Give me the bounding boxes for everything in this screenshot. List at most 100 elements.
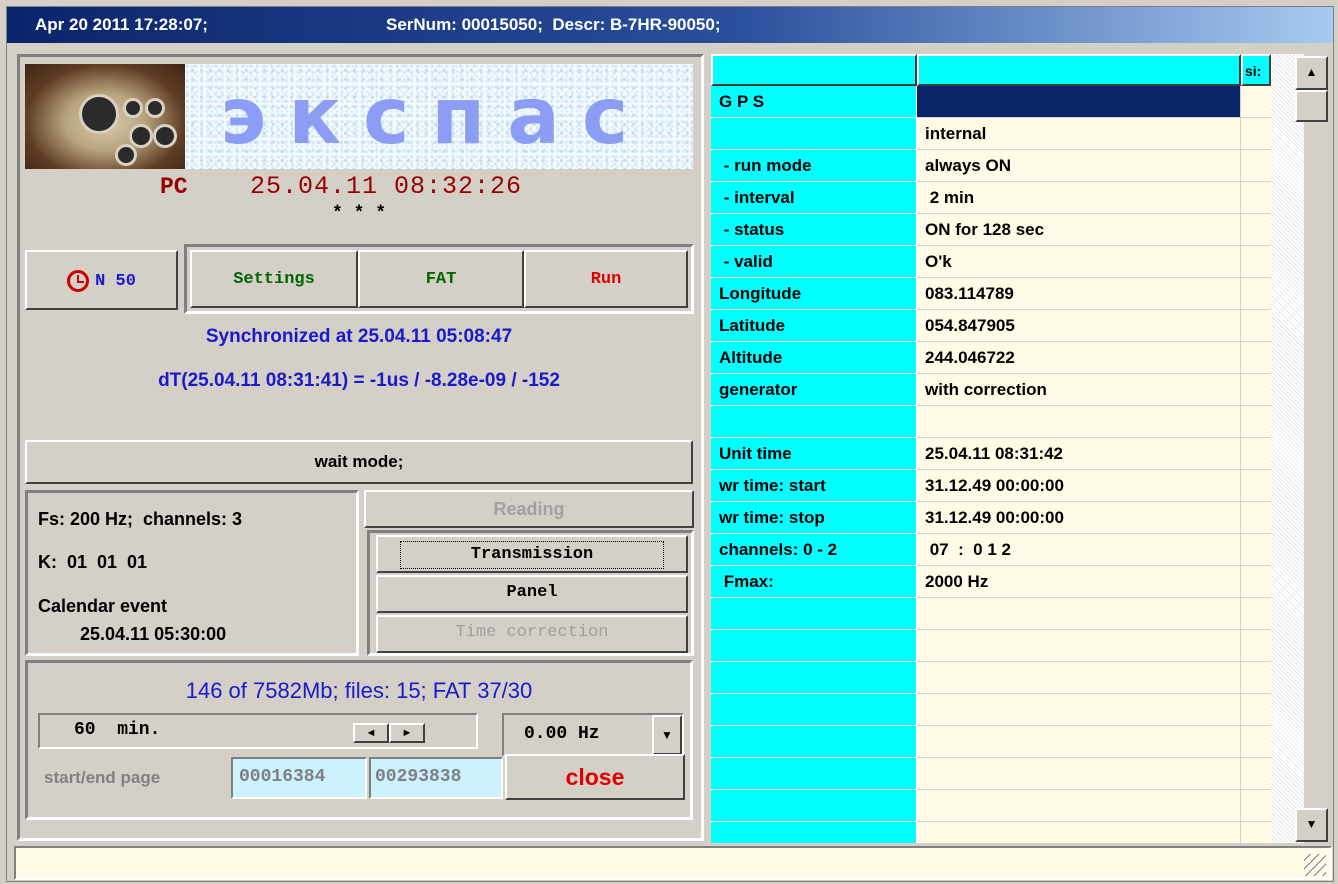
grid-row-value[interactable]: always ON	[917, 150, 1241, 182]
grid-row-value[interactable]: 244.046722	[917, 342, 1241, 374]
grid-row-label[interactable]	[711, 726, 917, 758]
grid-row-value[interactable]: 07 : 0 1 2	[917, 534, 1241, 566]
grid-row-value[interactable]: 25.04.11 08:31:42	[917, 438, 1241, 470]
grid-row-extra	[1241, 310, 1271, 342]
start-page-field[interactable]: 00016384	[231, 757, 367, 799]
grid-row-value[interactable]: 2 min	[917, 182, 1241, 214]
time-correction-button[interactable]: Time correction	[376, 615, 688, 653]
grid-row-label[interactable]: Unit time	[711, 438, 917, 470]
grid-row-label[interactable]: channels: 0 - 2	[711, 534, 917, 566]
device-photo	[25, 64, 185, 169]
panel-button[interactable]: Panel	[376, 575, 688, 613]
grid-row-value[interactable]	[917, 406, 1241, 438]
grid-row-label[interactable]	[711, 790, 917, 822]
pc-clock-value: 25.04.11 08:32:26	[250, 172, 523, 201]
grid-header-label	[711, 54, 917, 86]
grid-row-extra	[1241, 598, 1271, 630]
grid-row-label[interactable]	[711, 758, 917, 790]
resize-grip-icon[interactable]	[1304, 854, 1326, 876]
close-button[interactable]: close	[505, 754, 685, 800]
run-button[interactable]: Run	[524, 250, 688, 308]
scroll-left-icon[interactable]: ◄	[353, 723, 389, 743]
grid-row-value[interactable]: 083.114789	[917, 278, 1241, 310]
grid-row-value[interactable]: 31.12.49 00:00:00	[917, 470, 1241, 502]
frequency-select[interactable]: 0.00 Hz ▼	[502, 713, 684, 757]
grid-row-value[interactable]: 2000 Hz	[917, 566, 1241, 598]
grid-row-value[interactable]: O'k	[917, 246, 1241, 278]
sync-status: Synchronized at 25.04.11 05:08:47	[205, 326, 513, 347]
n-counter-button[interactable]: N 50	[25, 250, 178, 310]
grid-row-label[interactable]	[711, 406, 917, 438]
sample-rate-info: Fs: 200 Hz; channels: 3	[38, 509, 243, 529]
grid-row-label[interactable]: wr time: start	[711, 470, 917, 502]
grid-row-value[interactable]: 054.847905	[917, 310, 1241, 342]
grid-row-label[interactable]: - status	[711, 214, 917, 246]
grid-row-value[interactable]: ON for 128 sec	[917, 214, 1241, 246]
grid-header-value	[917, 54, 1241, 86]
grid-row-value[interactable]: 31.12.49 00:00:00	[917, 502, 1241, 534]
page-range-label: start/end page	[44, 768, 161, 787]
grid-row-label[interactable]	[711, 118, 917, 150]
fat-button[interactable]: FAT	[358, 250, 524, 308]
grid-row-label[interactable]	[711, 598, 917, 630]
grid-row-extra	[1241, 630, 1271, 662]
scroll-up-icon[interactable]: ▲	[1295, 56, 1328, 90]
vertical-scrollbar[interactable]: ▲ ▼	[1271, 54, 1328, 843]
parameter-grid[interactable]: si: G P Sinternal - run mode always ON - …	[711, 54, 1271, 843]
scroll-down-icon[interactable]: ▼	[1295, 808, 1328, 842]
grid-row-label[interactable]: - valid	[711, 246, 917, 278]
clock-icon	[67, 269, 90, 292]
grid-row-extra	[1241, 406, 1271, 438]
grid-row-value[interactable]	[917, 758, 1241, 790]
grid-row-label[interactable]: generator	[711, 374, 917, 406]
grid-row-label[interactable]	[711, 662, 917, 694]
grid-row-label[interactable]	[711, 630, 917, 662]
grid-row-value[interactable]	[917, 86, 1241, 118]
grid-row-value[interactable]	[917, 694, 1241, 726]
chevron-down-icon[interactable]: ▼	[652, 715, 682, 755]
scroll-thumb[interactable]	[1295, 90, 1328, 122]
grid-row-extra	[1241, 470, 1271, 502]
grid-row-extra	[1241, 534, 1271, 566]
grid-row-value[interactable]: internal	[917, 118, 1241, 150]
grid-row-value[interactable]	[917, 822, 1241, 843]
settings-button[interactable]: Settings	[190, 250, 358, 308]
grid-row-label[interactable]: G P S	[711, 86, 917, 118]
mode-bar[interactable]: wait mode;	[25, 440, 693, 484]
grid-row-extra	[1241, 758, 1271, 790]
transmission-button[interactable]: Transmission	[376, 535, 688, 573]
logo-banner: экспас	[25, 64, 693, 169]
k-info: K: 01 01 01	[38, 552, 148, 572]
grid-row-extra	[1241, 694, 1271, 726]
reading-button[interactable]: Reading	[364, 490, 694, 528]
end-page-field[interactable]: 00293838	[369, 757, 503, 799]
grid-row-value[interactable]	[917, 598, 1241, 630]
title-bar[interactable]: Apr 20 2011 17:28:07; SerNum: 00015050; …	[7, 7, 1333, 43]
grid-row-label[interactable]: - run mode	[711, 150, 917, 182]
grid-row-value[interactable]	[917, 630, 1241, 662]
grid-row-extra	[1241, 86, 1271, 118]
grid-row-label[interactable]: Fmax:	[711, 566, 917, 598]
duration-scrollbar[interactable]: 60 min. ◄ ►	[38, 713, 478, 749]
logo-text: экспас	[220, 72, 651, 162]
grid-row-label[interactable]: - interval	[711, 182, 917, 214]
grid-row-extra	[1241, 502, 1271, 534]
grid-row-value[interactable]	[917, 662, 1241, 694]
calendar-event-label: Calendar event	[38, 596, 168, 616]
status-bar	[14, 846, 1332, 880]
grid-row-label[interactable]: Latitude	[711, 310, 917, 342]
grid-row-label[interactable]	[711, 822, 917, 843]
grid-row-label[interactable]: Longitude	[711, 278, 917, 310]
grid-row-value[interactable]	[917, 790, 1241, 822]
grid-row-extra	[1241, 150, 1271, 182]
grid-row-label[interactable]: wr time: stop	[711, 502, 917, 534]
grid-row-value[interactable]	[917, 726, 1241, 758]
scroll-right-icon[interactable]: ►	[389, 723, 425, 743]
grid-row-value[interactable]: with correction	[917, 374, 1241, 406]
grid-row-label[interactable]	[711, 694, 917, 726]
grid-row-extra	[1241, 662, 1271, 694]
grid-row-extra	[1241, 438, 1271, 470]
storage-summary: 146 of 7582Mb; files: 15; FAT 37/30	[185, 678, 533, 703]
calendar-event-value: 25.04.11 05:30:00	[80, 624, 227, 644]
grid-row-label[interactable]: Altitude	[711, 342, 917, 374]
